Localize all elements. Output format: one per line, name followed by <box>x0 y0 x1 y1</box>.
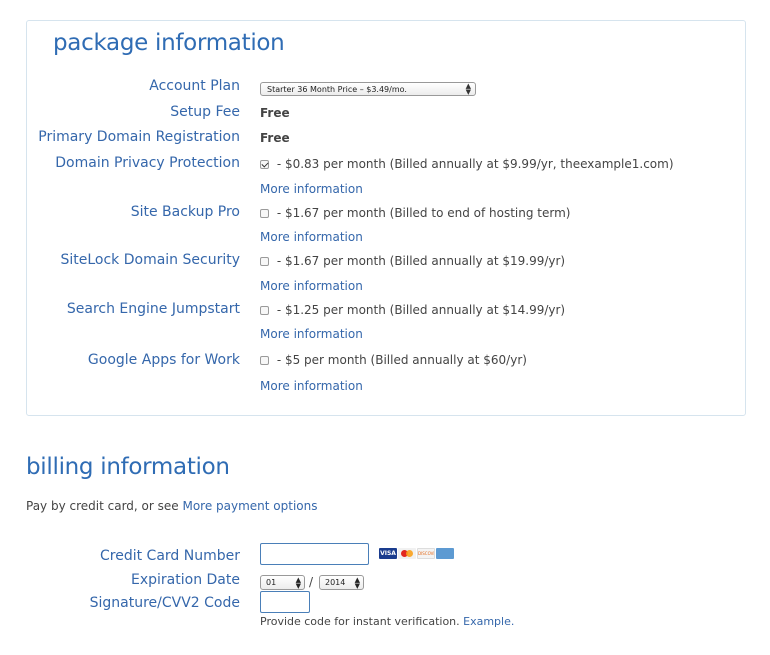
addon-label: Search Engine Jumpstart <box>66 301 240 317</box>
package-title: package information <box>53 30 285 56</box>
more-payment-options-link[interactable]: More payment options <box>182 499 317 513</box>
more-information-link[interactable]: More information <box>260 327 363 341</box>
expiration-month-select[interactable]: 01 ▲ ▼ <box>260 575 305 590</box>
expiration-month-value: 01 <box>266 578 277 587</box>
more-information-link[interactable]: More information <box>260 279 363 293</box>
expiration-year-value: 2014 <box>325 578 346 587</box>
cvv-help: Provide code for instant verification. E… <box>260 615 514 628</box>
addon-option: - $1.67 per month (Billed to end of host… <box>260 206 571 220</box>
site-backup-checkbox[interactable] <box>260 209 269 218</box>
cvv-example-link[interactable]: Example. <box>463 615 514 628</box>
cvv-help-text: Provide code for instant verification. <box>260 615 464 628</box>
expiration-label: Expiration Date <box>131 572 240 588</box>
addon-label: SiteLock Domain Security <box>60 252 240 268</box>
setup-fee-value: Free <box>260 106 290 120</box>
select-arrows-icon: ▲ ▼ <box>465 82 471 96</box>
account-plan-selected: Starter 36 Month Price – $3.49/mo. <box>267 85 407 94</box>
expiration-separator: / <box>309 575 314 589</box>
pay-intro-text: Pay by credit card, or see <box>26 499 183 513</box>
amex-icon <box>436 548 454 559</box>
addon-label: Google Apps for Work <box>87 352 240 368</box>
addon-label: Site Backup Pro <box>130 204 240 220</box>
select-arrows-icon: ▲ ▼ <box>354 576 360 590</box>
domain-privacy-checkbox[interactable] <box>260 160 269 169</box>
pay-intro: Pay by credit card, or see More payment … <box>26 499 318 513</box>
primary-domain-value: Free <box>260 131 290 145</box>
addon-price: - $0.83 per month (Billed annually at $9… <box>273 157 674 171</box>
billing-title: billing information <box>26 454 230 480</box>
addon-label: Domain Privacy Protection <box>55 155 240 171</box>
account-plan-label: Account Plan <box>149 78 240 94</box>
credit-card-label: Credit Card Number <box>100 548 240 564</box>
addon-price: - $1.25 per month (Billed annually at $1… <box>273 303 566 317</box>
more-information-link[interactable]: More information <box>260 230 363 244</box>
discover-icon: DISCOVER <box>417 548 435 559</box>
card-icons: VISA DISCOVER <box>379 548 455 567</box>
mastercard-icon <box>398 548 416 559</box>
addon-price: - $1.67 per month (Billed to end of host… <box>273 206 571 220</box>
select-arrows-icon: ▲ ▼ <box>295 576 301 590</box>
google-apps-checkbox[interactable] <box>260 356 269 365</box>
primary-domain-label: Primary Domain Registration <box>38 129 240 145</box>
more-information-link[interactable]: More information <box>260 182 363 196</box>
more-information-link[interactable]: More information <box>260 379 363 393</box>
visa-icon: VISA <box>379 548 397 559</box>
addon-price: - $5 per month (Billed annually at $60/y… <box>273 353 527 367</box>
sitelock-checkbox[interactable] <box>260 257 269 266</box>
addon-option: - $5 per month (Billed annually at $60/y… <box>260 353 527 367</box>
expiration-year-select[interactable]: 2014 ▲ ▼ <box>319 575 364 590</box>
addon-price: - $1.67 per month (Billed annually at $1… <box>273 254 566 268</box>
cvv-label: Signature/CVV2 Code <box>89 595 240 611</box>
search-engine-jumpstart-checkbox[interactable] <box>260 306 269 315</box>
addon-option: - $1.25 per month (Billed annually at $1… <box>260 303 565 317</box>
addon-option: - $1.67 per month (Billed annually at $1… <box>260 254 565 268</box>
credit-card-input[interactable] <box>260 543 369 565</box>
setup-fee-label: Setup Fee <box>170 104 240 120</box>
addon-option: - $0.83 per month (Billed annually at $9… <box>260 157 674 171</box>
cvv-input[interactable] <box>260 591 310 613</box>
account-plan-select[interactable]: Starter 36 Month Price – $3.49/mo. ▲ ▼ <box>260 82 476 96</box>
